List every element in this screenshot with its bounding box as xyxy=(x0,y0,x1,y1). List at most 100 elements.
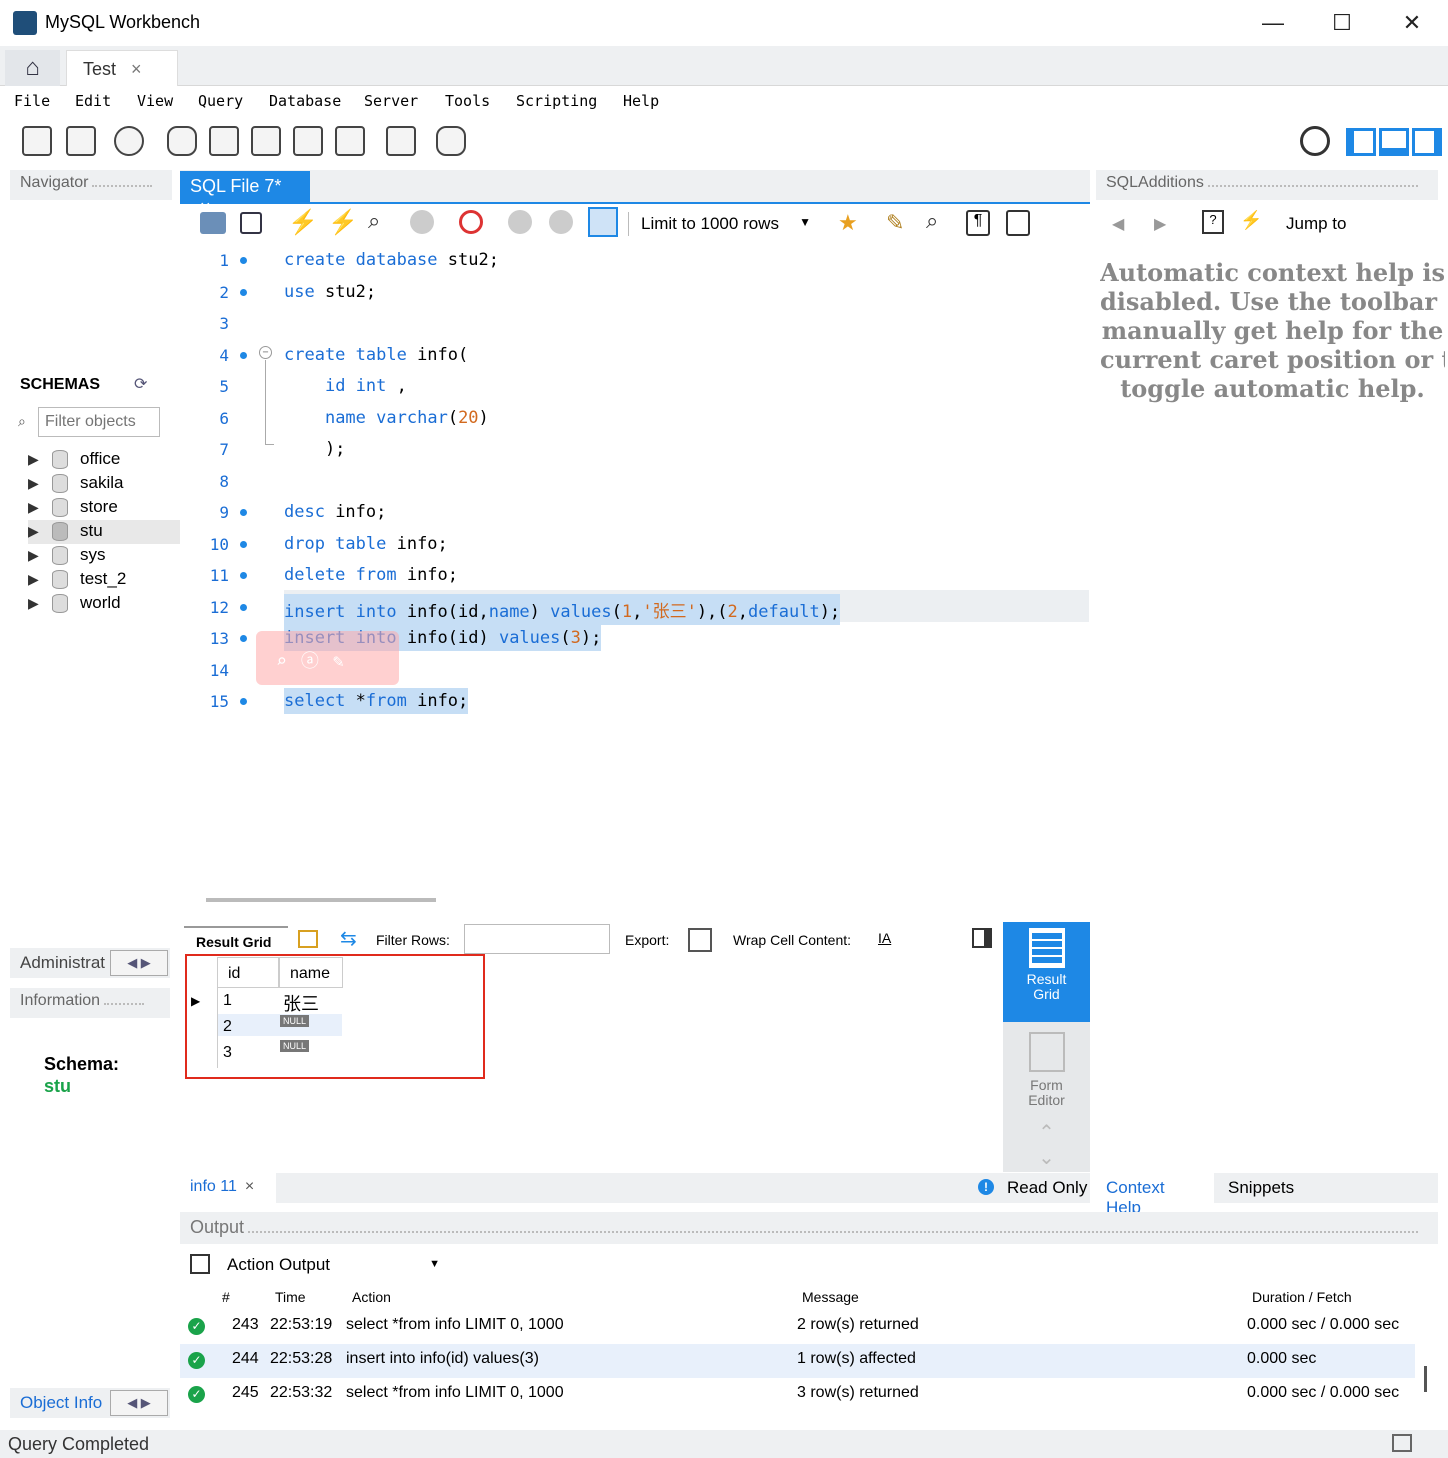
execute-icon[interactable]: ⚡ xyxy=(288,208,318,237)
output-scrollbar[interactable] xyxy=(1424,1366,1427,1392)
status-log-icon[interactable] xyxy=(1392,1434,1412,1452)
autocommit-icon[interactable] xyxy=(588,207,618,237)
explain-icon[interactable]: ⌕ xyxy=(368,208,380,234)
refresh-rows-icon[interactable]: ⇆ xyxy=(340,926,357,951)
save-icon[interactable] xyxy=(240,212,262,234)
schema-item[interactable]: ▶ sys xyxy=(28,544,180,568)
result-grid[interactable]: id name ▶ 1 张三 2 NULL 3 NULL xyxy=(185,954,485,1079)
create-function-icon[interactable] xyxy=(335,126,365,156)
filter-rows-input[interactable] xyxy=(464,924,610,954)
toggle-secondary-sidebar-icon[interactable] xyxy=(1412,128,1442,156)
beautify-icon[interactable]: ✎ xyxy=(886,210,904,236)
add-snippet-star-icon[interactable]: ★ xyxy=(838,210,858,236)
new-sql-tab-icon[interactable] xyxy=(22,126,52,156)
manual-help-icon[interactable]: ? xyxy=(1202,210,1224,234)
auto-help-icon[interactable]: ⚡ xyxy=(1240,210,1262,231)
stop-icon[interactable] xyxy=(410,210,434,234)
minimize-button[interactable]: — xyxy=(1253,8,1293,38)
open-sql-script-icon[interactable] xyxy=(66,126,96,156)
rollback-icon[interactable] xyxy=(549,210,573,234)
word-wrap-icon[interactable] xyxy=(1006,210,1030,236)
cell-id[interactable]: 1 xyxy=(223,992,232,1010)
execute-current-icon[interactable]: ⚡ xyxy=(328,208,358,237)
close-tab-icon[interactable]: × xyxy=(131,59,142,79)
open-file-icon[interactable] xyxy=(200,212,226,234)
jump-to-select[interactable]: Jump to xyxy=(1286,214,1346,234)
context-help-tab[interactable]: Context Help xyxy=(1096,1173,1214,1217)
fold-collapse-icon[interactable]: − xyxy=(259,346,272,359)
refresh-icon[interactable]: ⟳ xyxy=(134,374,147,394)
search-table-data-icon[interactable] xyxy=(386,126,416,156)
result-tab-info[interactable]: info 11 × xyxy=(180,1173,276,1203)
commit-icon[interactable] xyxy=(508,210,532,234)
maximize-button[interactable]: ☐ xyxy=(1322,8,1362,38)
panel-switch-arrows-icon[interactable]: ◀ ▶ xyxy=(110,1390,168,1416)
create-view-icon[interactable] xyxy=(251,126,281,156)
export-icon[interactable] xyxy=(688,928,712,952)
sql-file-tab[interactable]: SQL File 7* × xyxy=(180,171,310,217)
filter-objects-input[interactable] xyxy=(38,407,160,437)
back-arrow-icon[interactable]: ◀ xyxy=(1112,214,1124,234)
connection-tab[interactable]: Test × xyxy=(66,50,178,87)
settings-gear-icon[interactable] xyxy=(1300,126,1330,156)
menu-view[interactable]: View xyxy=(137,92,173,110)
sql-code-editor[interactable]: 1 2 3 4 5 6 7 8 9 10 11 12 13 14 15 − cr… xyxy=(180,244,1090,902)
menu-edit[interactable]: Edit xyxy=(75,92,111,110)
cell-null-badge[interactable]: NULL xyxy=(280,1040,310,1052)
toggle-panel-icon[interactable] xyxy=(972,928,992,948)
wrap-cell-icon[interactable]: IA xyxy=(878,930,891,946)
cell-id[interactable]: 3 xyxy=(223,1044,232,1062)
menu-server[interactable]: Server xyxy=(364,92,418,110)
line-number: 5 xyxy=(219,377,229,396)
schema-item[interactable]: ▶ world xyxy=(28,592,180,616)
output-row[interactable]: ✓ 245 22:53:32 select *from info LIMIT 0… xyxy=(180,1378,1415,1412)
close-window-button[interactable]: ✕ xyxy=(1392,8,1432,38)
invisible-chars-icon[interactable]: ¶ xyxy=(966,210,990,236)
limit-rows-select[interactable]: Limit to 1000 rows ▼ xyxy=(635,208,817,240)
schema-item[interactable]: ▶ store xyxy=(28,496,180,520)
output-row[interactable]: ✓ 243 22:53:19 select *from info LIMIT 0… xyxy=(180,1310,1415,1344)
snippets-tab[interactable]: Snippets xyxy=(1228,1178,1294,1198)
schema-item[interactable]: ▶ sakila xyxy=(28,472,180,496)
result-grid-side-tab[interactable]: Result Grid xyxy=(1003,922,1090,1022)
schema-item[interactable]: ▶ test_2 xyxy=(28,568,180,592)
output-type-select[interactable]: Action Output ▼ xyxy=(222,1250,444,1280)
cell-null-badge[interactable]: NULL xyxy=(280,1015,310,1027)
toggle-error-stop-icon[interactable] xyxy=(459,210,483,234)
scroll-chevrons-icon[interactable]: ⌃ ⌄ xyxy=(1003,1120,1090,1170)
form-editor-side-tab[interactable]: Form Editor ⌃ ⌄ xyxy=(1003,1022,1090,1172)
create-table-icon[interactable] xyxy=(209,126,239,156)
schema-item[interactable]: ▶ office xyxy=(28,448,180,472)
grid-layout-icon[interactable] xyxy=(298,930,318,948)
panel-switch-arrows-icon[interactable]: ◀ ▶ xyxy=(110,950,168,976)
schema-item-selected[interactable]: ▶ stu xyxy=(28,520,180,544)
menu-help[interactable]: Help xyxy=(623,92,659,110)
column-header-id[interactable]: id xyxy=(217,957,279,988)
inspector-icon[interactable] xyxy=(114,126,144,156)
copy-output-icon[interactable] xyxy=(190,1254,210,1274)
read-only-label: Read Only xyxy=(1007,1178,1088,1197)
menu-scripting[interactable]: Scripting xyxy=(516,92,597,110)
forward-arrow-icon[interactable]: ▶ xyxy=(1154,214,1166,234)
toggle-sidebar-icon[interactable] xyxy=(1346,128,1376,156)
find-icon[interactable]: ⌕ xyxy=(926,208,938,234)
menu-database[interactable]: Database xyxy=(269,92,341,110)
column-header-name[interactable]: name xyxy=(279,957,343,988)
cell-name[interactable]: 张三 xyxy=(283,990,319,1016)
floating-search-popup[interactable]: ⌕ⓐ✎ xyxy=(256,631,399,685)
line-number: 8 xyxy=(219,472,229,491)
menu-query[interactable]: Query xyxy=(198,92,243,110)
menu-file[interactable]: File xyxy=(14,92,50,110)
result-grid-tab[interactable]: Result Grid xyxy=(184,926,288,956)
menu-tools[interactable]: Tools xyxy=(445,92,490,110)
reconnect-icon[interactable] xyxy=(436,126,466,156)
database-icon xyxy=(52,570,68,589)
toggle-output-icon[interactable] xyxy=(1379,128,1409,156)
cell-id[interactable]: 2 xyxy=(223,1018,232,1036)
create-procedure-icon[interactable] xyxy=(293,126,323,156)
form-icon xyxy=(1028,1032,1065,1072)
output-row[interactable]: ✓ 244 22:53:28 insert into info(id) valu… xyxy=(180,1344,1415,1378)
home-tab[interactable]: ⌂ xyxy=(5,50,60,86)
horizontal-scrollbar[interactable] xyxy=(206,898,436,902)
create-schema-icon[interactable] xyxy=(167,126,197,156)
